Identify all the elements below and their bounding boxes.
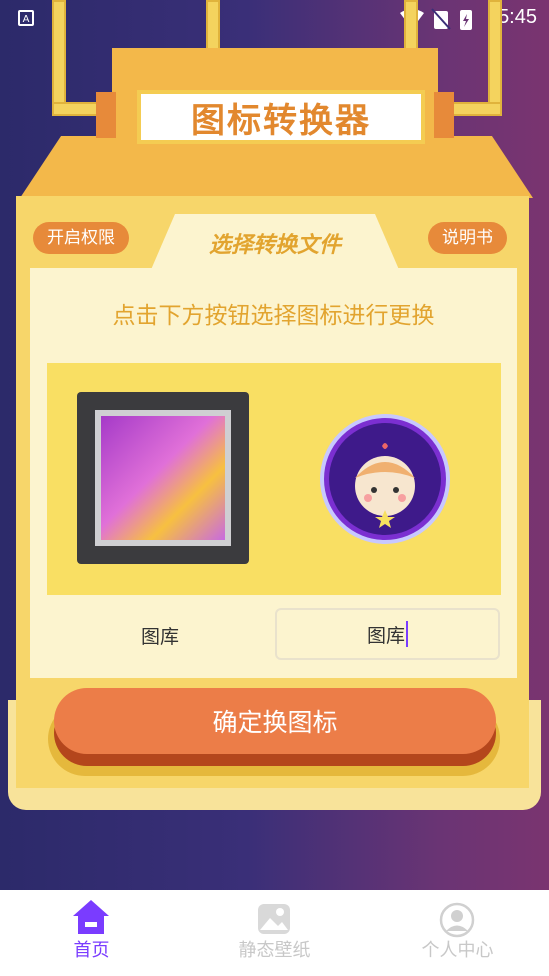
target-icon[interactable] — [320, 414, 450, 544]
header-ear-right — [434, 92, 454, 138]
no-sim-icon — [431, 8, 451, 30]
battery-icon — [460, 10, 472, 30]
user-icon — [439, 902, 475, 938]
wallpaper-icon — [258, 904, 290, 934]
confirm-change-icon-button[interactable]: 确定换图标 — [54, 688, 496, 754]
character-avatar-icon — [329, 423, 441, 535]
app-title: 图标转换器 — [137, 90, 425, 144]
manual-button[interactable]: 说明书 — [428, 222, 507, 254]
gallery-label-left[interactable]: 图库 — [110, 622, 210, 649]
home-icon — [73, 900, 109, 934]
nav-item-wallpaper[interactable]: 静态壁纸 — [183, 890, 366, 976]
enable-permission-button[interactable]: 开启权限 — [33, 222, 129, 254]
app-indicator-icon: A — [18, 10, 34, 26]
gallery-input-right[interactable]: 图库 — [275, 608, 500, 660]
nav-label-profile: 个人中心 — [421, 940, 494, 961]
bottom-nav: 首页 静态壁纸 个人中心 — [0, 890, 549, 976]
tab-select-file[interactable]: 选择转换文件 — [150, 214, 400, 272]
status-bar: A 5:45 — [0, 0, 549, 38]
antenna-left — [52, 0, 66, 116]
nav-label-home: 首页 — [73, 940, 110, 961]
header-ear-left — [96, 92, 116, 138]
instruction-text: 点击下方按钮选择图标进行更换 — [112, 303, 435, 329]
gallery-picture-icon — [95, 410, 231, 546]
antenna-right — [488, 0, 502, 116]
nav-item-profile[interactable]: 个人中心 — [366, 890, 549, 976]
nav-label-wallpaper: 静态壁纸 — [238, 940, 311, 961]
gallery-input-value: 图库 — [366, 624, 405, 647]
clock: 5:45 — [498, 6, 537, 28]
text-caret — [406, 621, 408, 647]
source-icon[interactable] — [77, 392, 249, 564]
nav-item-home[interactable]: 首页 — [0, 890, 183, 976]
